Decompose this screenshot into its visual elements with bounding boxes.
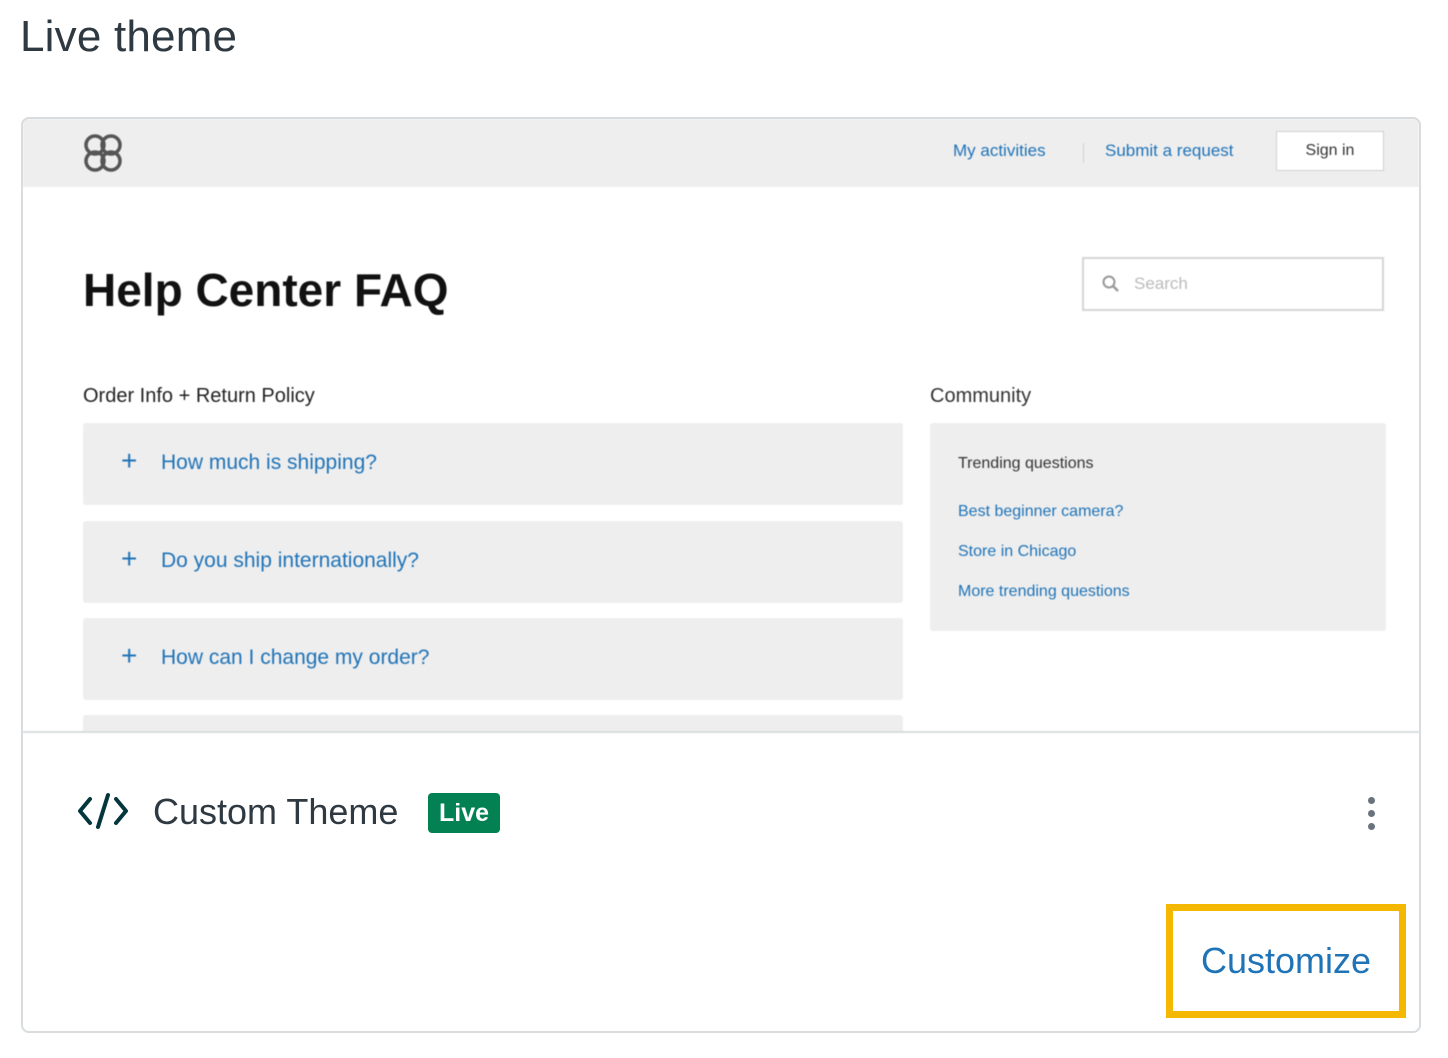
preview-community-section-title: Community [930,385,1032,407]
theme-card-footer: Custom Theme Live Customize [23,733,1419,1031]
theme-card: My activities Submit a request Sign in H… [21,117,1421,1033]
live-status-badge: Live [428,793,501,833]
preview-trending-link: More trending questions [958,583,1130,600]
preview-search-field: Search [1082,257,1384,311]
preview-sign-in-button: Sign in [1276,131,1384,171]
preview-nav-divider [1083,143,1084,163]
preview-nav-my-activities: My activities [953,141,1046,160]
more-vertical-icon[interactable] [1359,793,1383,833]
code-icon [78,793,128,829]
preview-faq-question: How can I change my order? [161,646,430,669]
preview-trending-heading: Trending questions [958,455,1094,472]
preview-trending-link: Best beginner camera? [958,503,1124,520]
preview-trending-link: Store in Chicago [958,543,1077,560]
preview-nav-submit-request: Submit a request [1105,141,1234,160]
knot-logo-icon [84,134,122,172]
preview-header: My activities Submit a request Sign in [23,119,1419,187]
preview-title: Help Center FAQ [83,264,449,316]
plus-icon: + [121,640,138,671]
theme-preview: My activities Submit a request Sign in H… [23,119,1419,733]
preview-faq-item-partial [83,715,903,731]
plus-icon: + [121,445,138,476]
page-title: Live theme [20,12,238,61]
search-icon [1102,275,1119,292]
preview-faq-question: Do you ship internationally? [161,549,419,572]
preview-faq-section-title: Order Info + Return Policy [83,385,315,407]
plus-icon: + [121,543,138,574]
preview-search-placeholder: Search [1134,274,1188,293]
preview-faq-item: + Do you ship internationally? [83,521,903,603]
preview-community-box: Trending questions Best beginner camera?… [930,423,1386,631]
customize-button[interactable]: Customize [1166,904,1406,1018]
preview-faq-item: + How much is shipping? [83,423,903,505]
preview-faq-question: How much is shipping? [161,451,377,474]
preview-faq-item: + How can I change my order? [83,618,903,700]
theme-name: Custom Theme [153,791,399,832]
